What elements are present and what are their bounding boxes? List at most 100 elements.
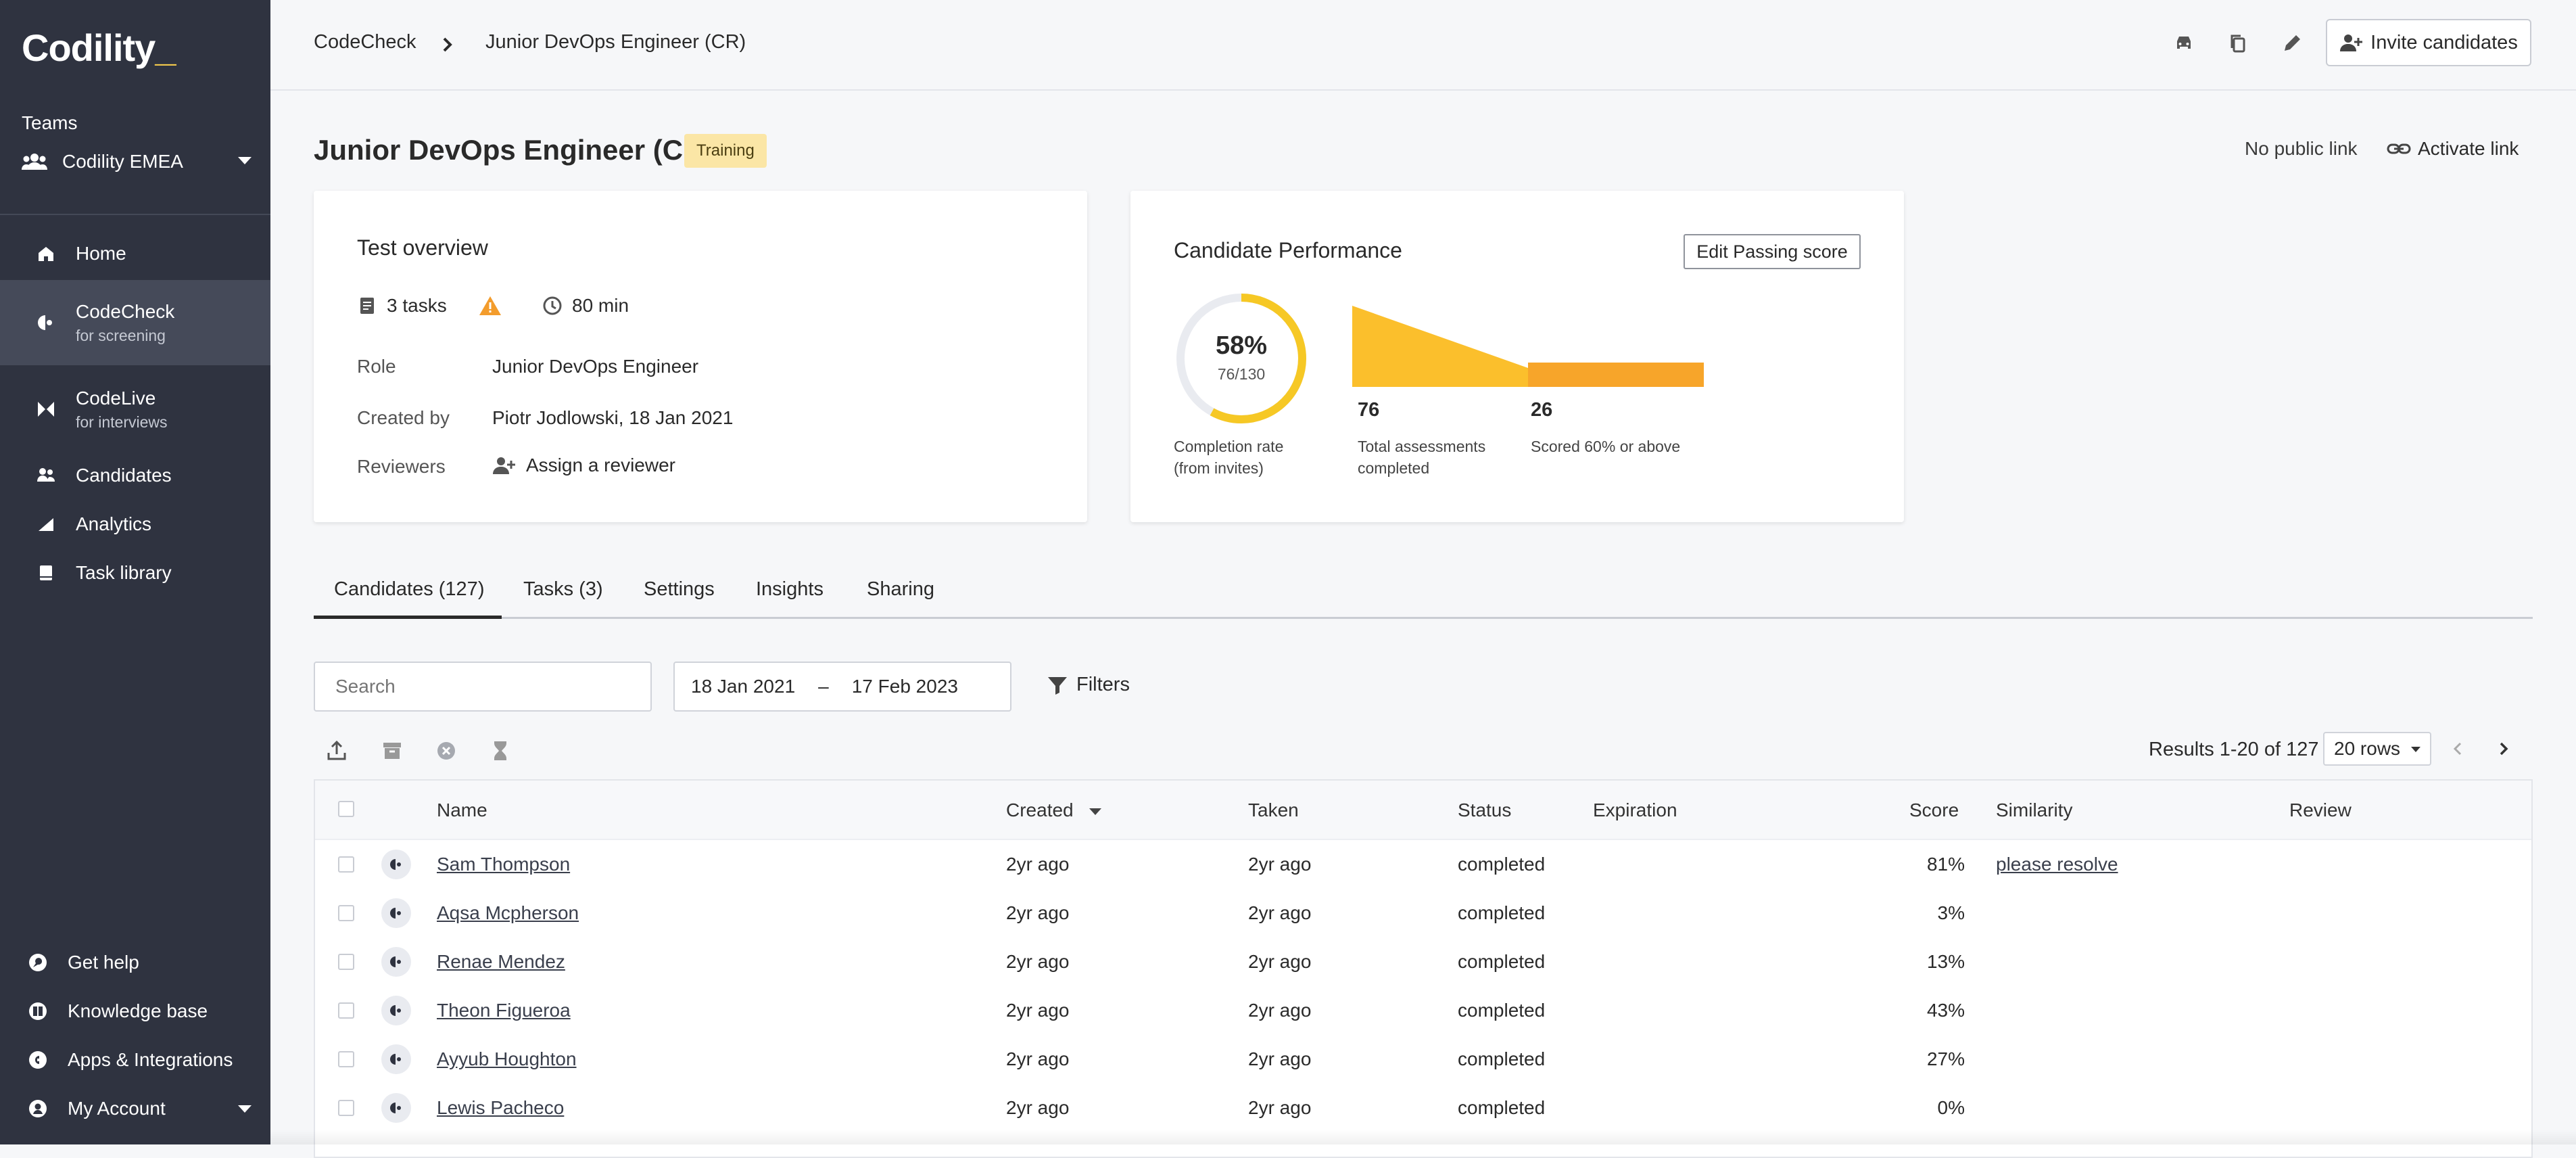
cancel-icon[interactable] (433, 737, 460, 764)
assign-reviewer-link[interactable]: Assign a reviewer (492, 455, 675, 476)
table-row[interactable]: Aqsa Mcpherson 2yr ago 2yr ago completed… (315, 889, 2531, 937)
date-to: 17 Feb 2023 (851, 676, 958, 697)
codecheck-icon (381, 996, 411, 1025)
search-input[interactable] (314, 662, 652, 712)
copy-icon[interactable] (2223, 28, 2253, 58)
taken-cell: 2yr ago (1248, 854, 1312, 875)
link-icon (2387, 143, 2411, 154)
score-cell: 13% (1926, 951, 1965, 972)
taken-cell: 2yr ago (1248, 1048, 1312, 1069)
column-name[interactable]: Name (437, 800, 487, 821)
nav-codelive[interactable]: CodeLive for interviews (0, 379, 270, 440)
column-taken[interactable]: Taken (1248, 800, 1299, 821)
status-cell: completed (1458, 951, 1546, 972)
top-bar: CodeCheck Junior DevOps Engineer (CR) (270, 0, 2576, 91)
date-range-picker[interactable]: 18 Jan 2021 – 17 Feb 2023 (673, 662, 1011, 712)
edit-icon[interactable] (2277, 28, 2307, 58)
nav-task-library[interactable]: Task library (0, 556, 270, 590)
team-selector[interactable]: Codility EMEA (22, 146, 252, 177)
breadcrumb-current: Junior DevOps Engineer (CR) (485, 31, 746, 53)
status-cell: completed (1458, 902, 1546, 923)
candidate-name-link[interactable]: Ayyub Houghton (437, 1048, 577, 1070)
created-by-label: Created by (357, 407, 450, 428)
nav-analytics[interactable]: Analytics (0, 507, 270, 541)
nav-apps-integrations[interactable]: Apps & Integrations (0, 1043, 270, 1077)
nav-label: Get help (68, 952, 139, 973)
codility-logo[interactable]: Codility_ (22, 26, 176, 70)
table-row[interactable]: Renae Mendez 2yr ago 2yr ago completed 1… (315, 937, 2531, 986)
completion-rate-label: Completion rate (from invites) (1174, 438, 1284, 477)
hourglass-icon[interactable] (487, 737, 514, 764)
tab-tasks[interactable]: Tasks (3) (523, 578, 603, 601)
taken-cell: 2yr ago (1248, 902, 1312, 923)
nav-my-account[interactable]: My Account (0, 1092, 270, 1126)
select-all-checkbox[interactable] (338, 801, 354, 817)
nav-get-help[interactable]: Get help (0, 946, 270, 979)
reviewers-label: Reviewers (357, 456, 446, 477)
candidate-name-link[interactable]: Renae Mendez (437, 951, 565, 973)
invite-candidates-button[interactable]: Invite candidates (2326, 19, 2531, 66)
created-cell: 2yr ago (1006, 902, 1070, 923)
total-assessments-label: Total assessments completed (1358, 438, 1486, 477)
scroll-shadow (270, 1130, 2576, 1144)
duration-label: 80 min (572, 295, 629, 316)
activate-link-label: Activate link (2418, 138, 2519, 159)
taken-cell: 2yr ago (1248, 1097, 1312, 1118)
row-checkbox[interactable] (338, 905, 354, 921)
codecheck-icon (381, 947, 411, 977)
table-row[interactable]: Lewis Pacheco 2yr ago 2yr ago completed … (315, 1084, 2531, 1132)
tab-sharing[interactable]: Sharing (867, 578, 934, 601)
similarity-link[interactable]: please resolve (1996, 854, 2118, 875)
table-row[interactable]: Theon Figueroa 2yr ago 2yr ago completed… (315, 986, 2531, 1035)
nav-label: CodeLive (76, 387, 156, 409)
candidate-name-link[interactable]: Lewis Pacheco (437, 1097, 564, 1119)
nav-candidates[interactable]: Candidates (0, 459, 270, 492)
scored-label: Scored 60% or above (1531, 438, 1681, 455)
candidate-name-link[interactable]: Theon Figueroa (437, 1000, 571, 1021)
status-cell: completed (1458, 854, 1546, 875)
team-icon (22, 154, 47, 170)
column-score[interactable]: Score (1909, 800, 1959, 821)
table-row[interactable]: Sam Thompson 2yr ago 2yr ago completed 8… (315, 840, 2531, 889)
column-created[interactable]: Created (1006, 800, 1103, 821)
created-cell: 2yr ago (1006, 1097, 1070, 1118)
candidate-name-link[interactable]: Aqsa Mcpherson (437, 902, 579, 924)
nav-codecheck[interactable]: CodeCheck for screening (0, 280, 270, 365)
account-icon (19, 1095, 57, 1122)
date-separator: – (818, 676, 829, 697)
row-checkbox[interactable] (338, 1002, 354, 1019)
row-checkbox[interactable] (338, 954, 354, 970)
row-checkbox[interactable] (338, 856, 354, 873)
funnel-total-bar (1352, 306, 1528, 387)
completion-fraction: 76/130 (1217, 365, 1266, 383)
nav-sublabel: for screening (76, 326, 166, 344)
column-review[interactable]: Review (2289, 800, 2352, 821)
tab-candidates[interactable]: Candidates (127) (334, 578, 484, 601)
nav-home[interactable]: Home (0, 237, 270, 271)
warning-icon[interactable] (479, 295, 502, 317)
nav-knowledge-base[interactable]: Knowledge base (0, 994, 270, 1028)
filter-icon (1048, 676, 1067, 695)
archive-icon[interactable] (379, 737, 406, 764)
column-expiration[interactable]: Expiration (1593, 800, 1677, 821)
row-checkbox[interactable] (338, 1051, 354, 1067)
nav-label: My Account (68, 1098, 166, 1119)
rows-per-page-select[interactable]: 20 rows (2323, 732, 2431, 766)
candidate-name-link[interactable]: Sam Thompson (437, 854, 570, 875)
breadcrumb-codecheck[interactable]: CodeCheck (314, 31, 416, 53)
taken-cell: 2yr ago (1248, 951, 1312, 972)
column-similarity[interactable]: Similarity (1996, 800, 2073, 821)
tab-settings[interactable]: Settings (644, 578, 715, 601)
next-page-icon[interactable] (2492, 737, 2515, 760)
export-icon[interactable] (323, 737, 350, 764)
column-status[interactable]: Status (1458, 800, 1511, 821)
row-checkbox[interactable] (338, 1100, 354, 1116)
teams-label: Teams (22, 112, 78, 133)
car-icon[interactable] (2169, 28, 2199, 58)
filters-button[interactable]: Filters (1047, 674, 1130, 696)
table-row[interactable]: Ayyub Houghton 2yr ago 2yr ago completed… (315, 1035, 2531, 1084)
previous-page-icon[interactable] (2446, 737, 2469, 760)
tab-insights[interactable]: Insights (756, 578, 824, 601)
activate-link[interactable]: Activate link (2387, 138, 2519, 160)
edit-passing-score-button[interactable]: Edit Passing score (1684, 234, 1861, 269)
